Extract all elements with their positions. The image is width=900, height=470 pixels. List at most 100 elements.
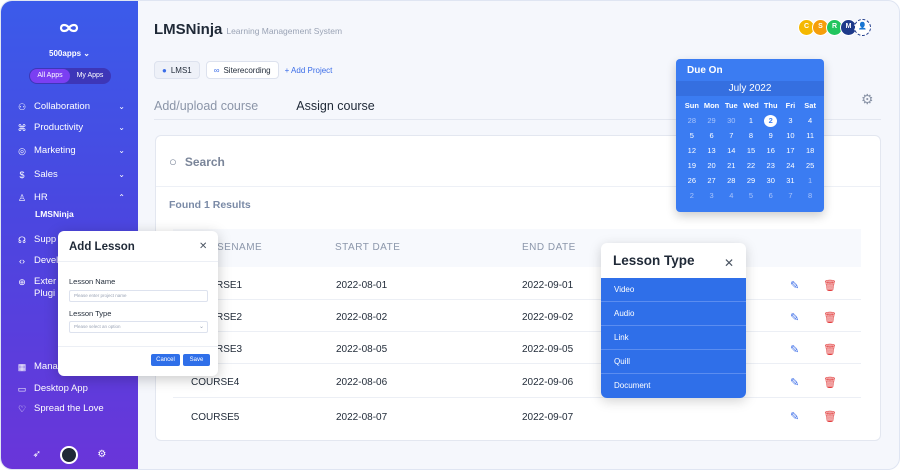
column-header-course-name[interactable]: SENAME [217,242,262,253]
calendar-day[interactable]: 13 [702,145,722,157]
sidebar-footer: ➶ ⚙ [1,438,138,469]
trash-icon[interactable]: 🗑 [823,376,837,389]
trash-icon[interactable]: 🗑 [823,410,837,423]
tab-add-upload-course[interactable]: Add/upload course [154,99,258,120]
calendar-day[interactable]: 24 [781,160,801,172]
calendar-day[interactable]: 29 [702,115,722,127]
rocket-icon[interactable]: ➶ [33,449,41,460]
option-link[interactable]: Link [601,326,746,350]
org-switcher[interactable]: 500apps ⌄ [1,49,138,58]
option-video[interactable]: Video [601,278,746,302]
trash-icon[interactable]: 🗑 [823,279,837,292]
calendar-day[interactable]: 9 [761,130,781,142]
calendar-day[interactable]: 6 [702,130,722,142]
end-date: 2022-09-01 [522,280,574,291]
lesson-type-select[interactable]: Please select an option ⌄ [69,321,208,333]
sidebar-item-sales[interactable]: $ Sales ⌄ [17,169,125,180]
project-chip-siterecording[interactable]: ∞ Siterecording [205,61,279,79]
table-row [173,268,861,300]
column-header-start-date[interactable]: START DATE [335,242,400,253]
dropdown-title: Lesson Type [613,253,695,268]
calendar-day[interactable]: 1 [741,115,761,127]
edit-icon[interactable]: ✎ [790,311,799,324]
modal-title: Add Lesson [69,241,135,253]
calendar-day[interactable]: 18 [800,145,820,157]
calendar-day[interactable]: 3 [702,190,722,202]
trash-icon[interactable]: 🗑 [823,311,837,324]
sidebar-item-desktop-app[interactable]: ▭ Desktop App [17,383,125,394]
calendar-day[interactable]: 30 [761,175,781,187]
sidebar-item-hr[interactable]: ♙ HR ⌃ [17,192,125,203]
tab-all-apps[interactable]: All Apps [30,69,70,83]
calendar-day[interactable]: 16 [761,145,781,157]
calendar-day[interactable]: 10 [781,130,801,142]
edit-icon[interactable]: ✎ [790,343,799,356]
gear-icon[interactable]: ⚙ [861,91,874,108]
lesson-name-input[interactable]: Please enter project name [69,290,208,302]
calendar-day[interactable]: 1 [800,175,820,187]
calendar-day[interactable]: 17 [781,145,801,157]
calendar-day[interactable]: 30 [721,115,741,127]
sidebar-item-spread-love[interactable]: ♡ Spread the Love [17,403,125,414]
sidebar-item-productivity[interactable]: ⌘ Productivity ⌄ [17,122,126,133]
search-input[interactable]: ○ Search [169,154,225,169]
tab-assign-course[interactable]: Assign course [296,99,375,120]
calendar-day[interactable]: 8 [741,130,761,142]
trash-icon[interactable]: 🗑 [823,343,837,356]
calendar-day[interactable]: 28 [721,175,741,187]
end-date: 2022-09-05 [522,344,574,355]
code-icon: ‹› [19,255,25,266]
calendar-day[interactable]: 26 [682,175,702,187]
close-icon[interactable]: ✕ [199,241,207,252]
calendar-day[interactable]: 2 [682,190,702,202]
tab-my-apps[interactable]: My Apps [70,69,110,83]
sidebar-item-marketing[interactable]: ◎ Marketing ⌄ [17,145,125,156]
calendar-day[interactable]: 4 [721,190,741,202]
edit-icon[interactable]: ✎ [790,279,799,292]
avatar[interactable] [60,445,79,464]
cancel-button[interactable]: Cancel [151,354,180,366]
weekday-label: Tue [724,101,738,110]
edit-icon[interactable]: ✎ [790,410,799,423]
calendar-day[interactable]: 23 [761,160,781,172]
edit-icon[interactable]: ✎ [790,376,799,389]
calendar-day[interactable]: 11 [800,130,820,142]
calendar-day-selected[interactable]: 2 [764,115,778,127]
calendar-day[interactable]: 4 [800,115,820,127]
save-button[interactable]: Save [183,354,210,366]
calendar-day[interactable]: 29 [741,175,761,187]
calendar-month[interactable]: July 2022 [676,81,824,96]
add-user-icon[interactable]: 👤 [854,19,871,36]
option-document[interactable]: Document [601,374,746,398]
option-quill[interactable]: Quill [601,350,746,374]
gear-icon[interactable]: ⚙ [97,449,106,460]
sidebar-item-collaboration[interactable]: ⚇ Collaboration ⌄ [17,101,125,112]
calendar-day[interactable]: 7 [721,130,741,142]
calendar-day[interactable]: 5 [741,190,761,202]
calendar-day[interactable]: 14 [721,145,741,157]
calendar-day[interactable]: 15 [741,145,761,157]
calendar-day[interactable]: 31 [781,175,801,187]
command-icon: ⌘ [17,122,27,133]
project-chip-lms1[interactable]: ● LMS1 [154,61,200,79]
app-tabs: All Apps My Apps [29,68,111,84]
calendar-day[interactable]: 22 [741,160,761,172]
sidebar-subitem-lmsninja[interactable]: LMSNinja [35,209,74,219]
calendar-day[interactable]: 8 [800,190,820,202]
calendar-day[interactable]: 19 [682,160,702,172]
option-audio[interactable]: Audio [601,302,746,326]
calendar-day[interactable]: 25 [800,160,820,172]
close-icon[interactable]: ✕ [724,256,734,270]
calendar-day[interactable]: 3 [781,115,801,127]
column-header-end-date[interactable]: END DATE [522,242,576,253]
calendar-day[interactable]: 7 [781,190,801,202]
add-project-link[interactable]: + Add Project [285,66,333,75]
calendar-day[interactable]: 5 [682,130,702,142]
calendar-day[interactable]: 21 [721,160,741,172]
end-date: 2022-09-06 [522,377,574,388]
calendar-day[interactable]: 6 [761,190,781,202]
calendar-day[interactable]: 28 [682,115,702,127]
calendar-day[interactable]: 27 [702,175,722,187]
calendar-day[interactable]: 20 [702,160,722,172]
calendar-day[interactable]: 12 [682,145,702,157]
